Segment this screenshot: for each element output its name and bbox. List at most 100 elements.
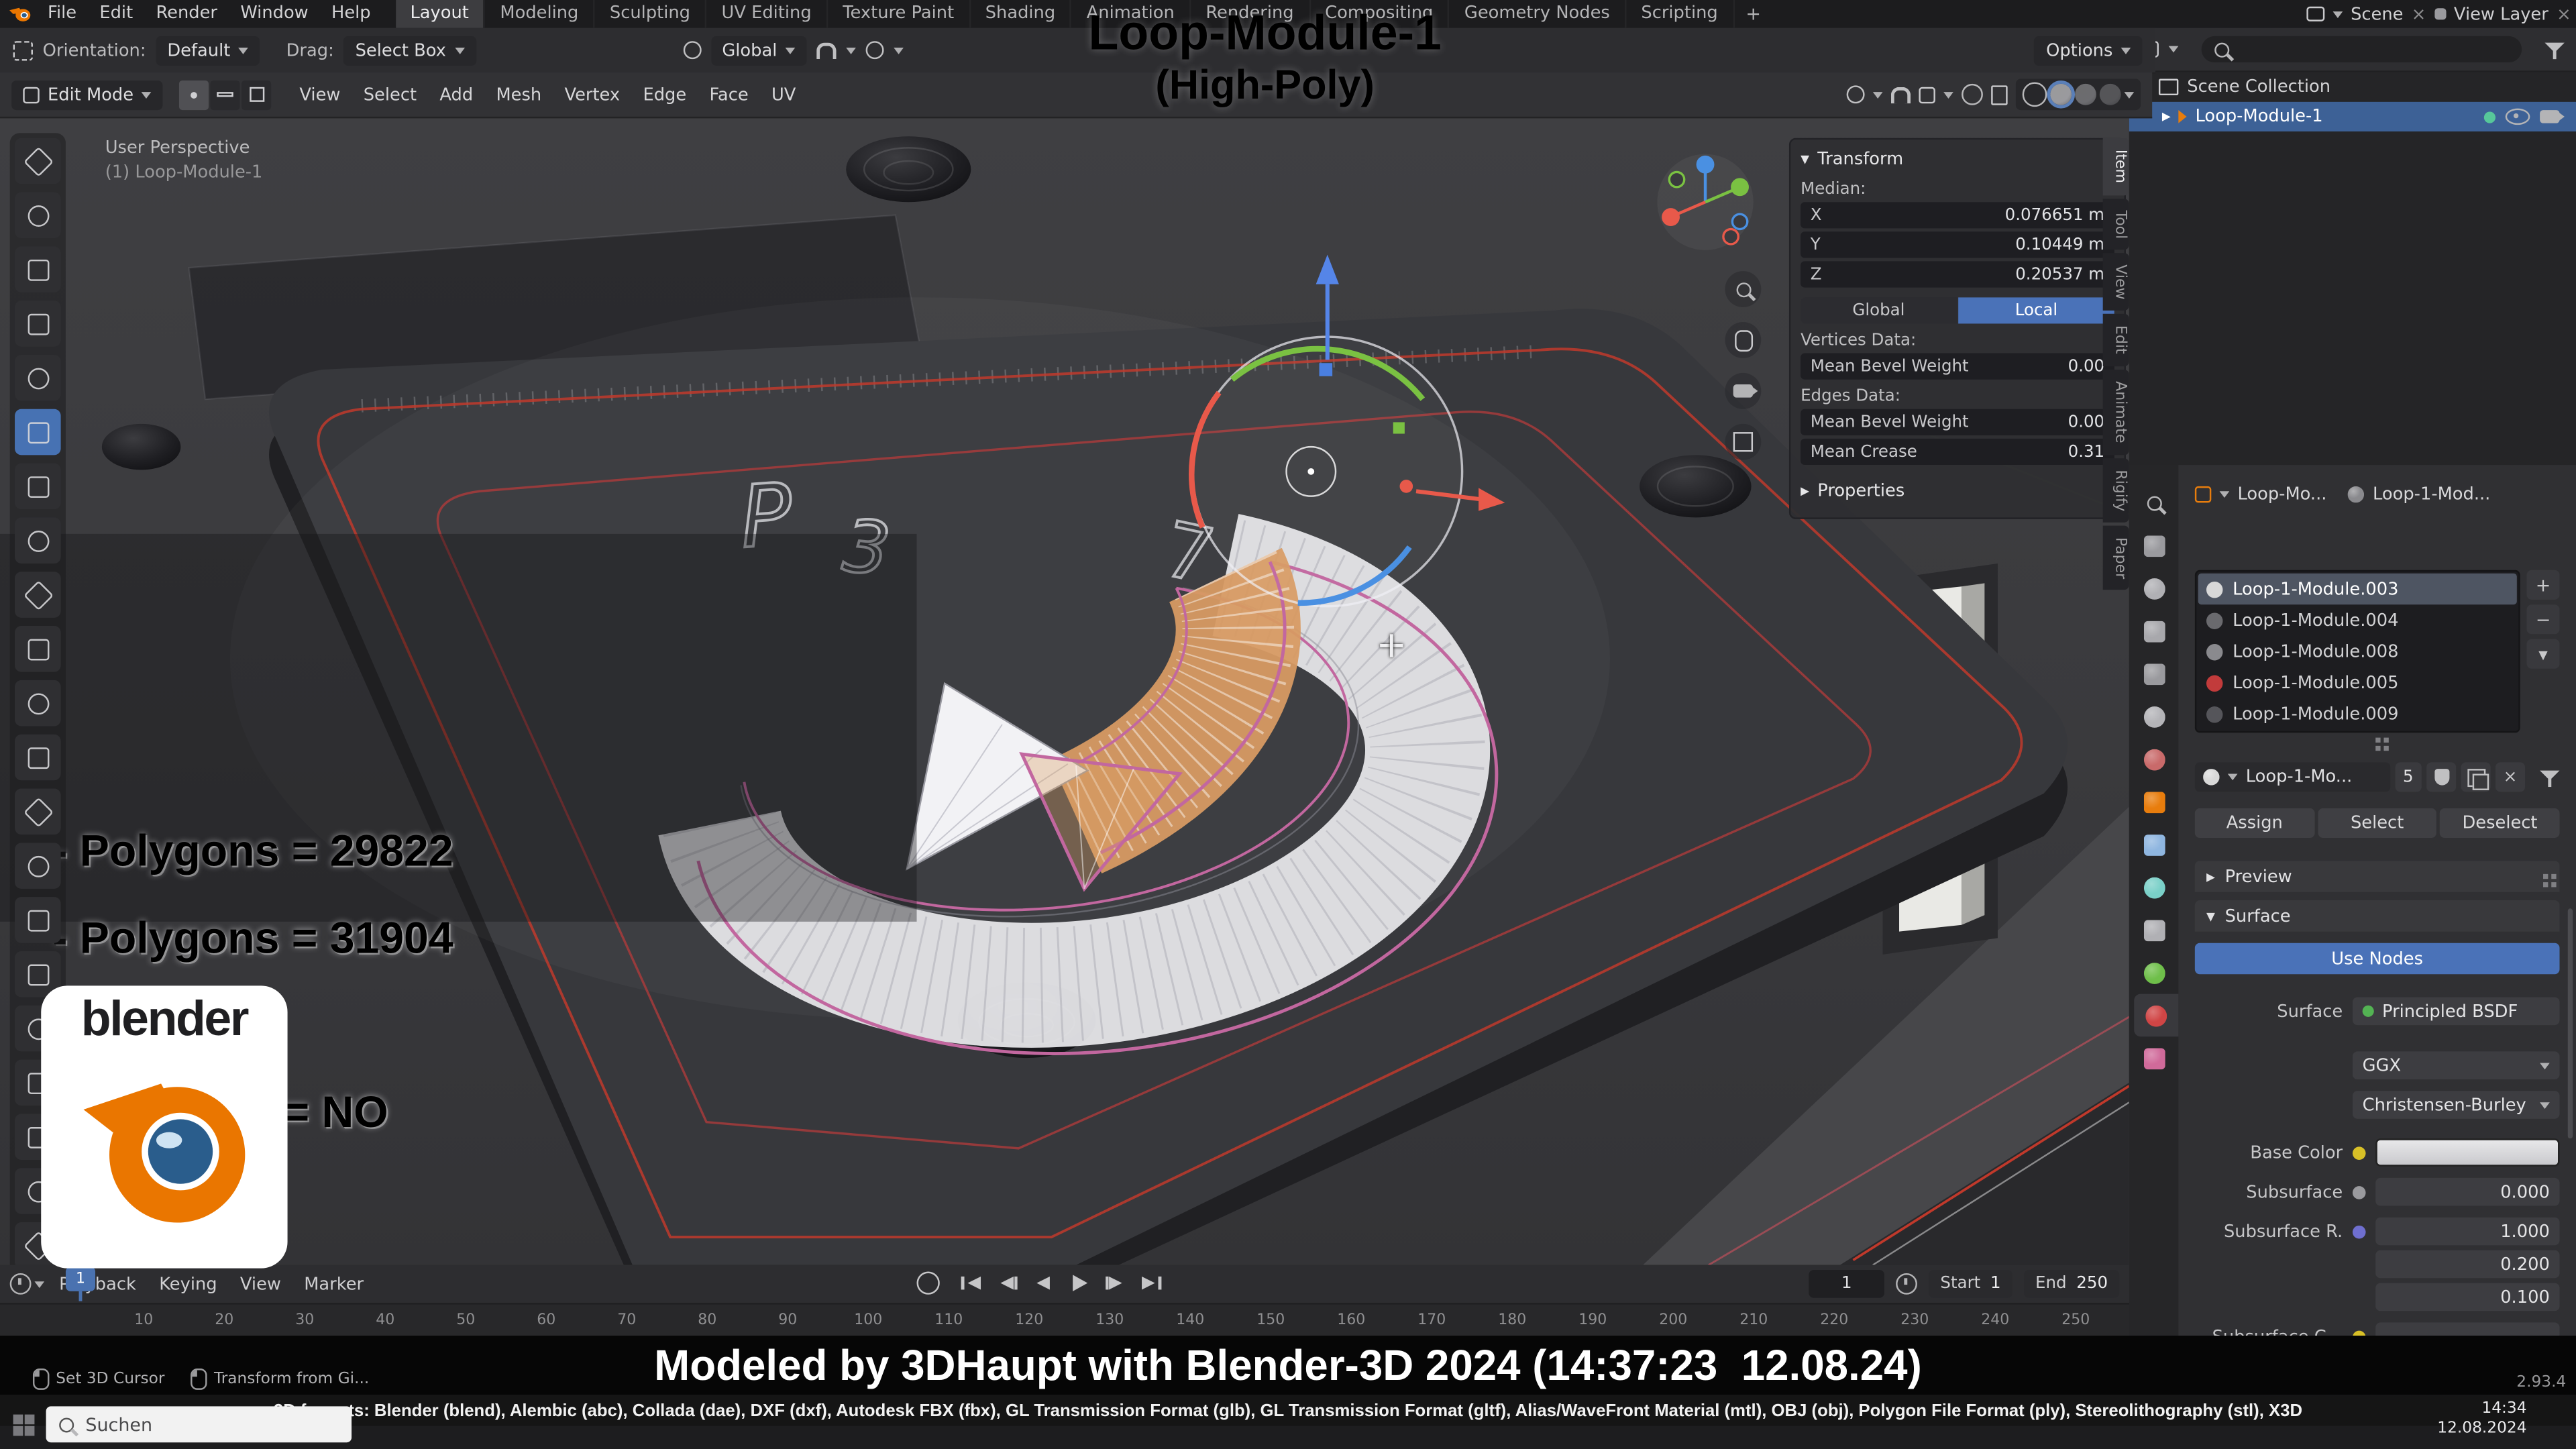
- view-menu[interactable]: View: [288, 85, 352, 104]
- triangle-right-icon[interactable]: ▸: [2162, 107, 2171, 126]
- output-tab[interactable]: [2129, 610, 2178, 653]
- zoom-icon[interactable]: [1725, 271, 1762, 307]
- face-select-button[interactable]: [241, 79, 272, 109]
- edge-bevel-weight-field[interactable]: Mean Bevel Weight 0.00: [1801, 409, 2114, 435]
- search-tab[interactable]: [2129, 482, 2178, 525]
- play-reverse-button[interactable]: [1027, 1270, 1059, 1296]
- scene-browse-icon[interactable]: [2306, 6, 2324, 21]
- jump-to-start-button[interactable]: [955, 1270, 986, 1296]
- distribution-dropdown[interactable]: GGX: [2352, 1051, 2560, 1079]
- tool-tab[interactable]: [2129, 524, 2178, 567]
- modifiers-tab[interactable]: [2129, 823, 2178, 866]
- vertex-menu[interactable]: Vertex: [553, 85, 631, 104]
- snap-magnet-icon[interactable]: [1890, 86, 1911, 103]
- gizmo-y-dot[interactable]: [1731, 178, 1749, 197]
- view-layer-tab[interactable]: [2129, 652, 2178, 695]
- add-slot-button[interactable]: +: [2526, 570, 2560, 600]
- current-frame-field[interactable]: 1: [1809, 1270, 1885, 1298]
- gizmo-neg-y-dot[interactable]: [1668, 170, 1686, 189]
- show-gizmo-icon[interactable]: [1919, 86, 1935, 103]
- rotate-tool[interactable]: [15, 301, 61, 347]
- auto-keying-icon[interactable]: [916, 1271, 940, 1295]
- disable-render-icon[interactable]: [2540, 110, 2565, 123]
- vertex-bevel-weight-field[interactable]: Mean Bevel Weight 0.00: [1801, 353, 2114, 380]
- scene-name[interactable]: Scene: [2351, 4, 2403, 23]
- scrollbar[interactable]: [2567, 908, 2573, 1139]
- user-count-button[interactable]: 5: [2394, 762, 2422, 792]
- material-slot[interactable]: Loop-1-Module.009: [2198, 698, 2517, 730]
- world-tab[interactable]: [2129, 738, 2178, 781]
- scene-collection-row[interactable]: ▾ Scene Collection: [2129, 72, 2576, 102]
- material-slot[interactable]: Loop-1-Module.008: [2198, 636, 2517, 667]
- tool-tab[interactable]: Tool: [2102, 198, 2129, 250]
- base-color-swatch[interactable]: [2375, 1138, 2560, 1167]
- material-slot[interactable]: Loop-1-Module.004: [2198, 604, 2517, 636]
- edit-tab[interactable]: Edit: [2102, 314, 2129, 366]
- add-menu[interactable]: Add: [428, 85, 484, 104]
- window-menu[interactable]: Window: [229, 0, 320, 28]
- use-nodes-button[interactable]: Use Nodes: [2194, 943, 2560, 975]
- subsurface-radius-field[interactable]: 0.100: [2375, 1283, 2560, 1311]
- timeline-editor-icon[interactable]: [9, 1273, 32, 1295]
- poly-build-tool[interactable]: [15, 897, 61, 943]
- taskbar-search-input[interactable]: Suchen: [46, 1406, 352, 1443]
- inset-faces-tool[interactable]: [15, 680, 61, 727]
- select-menu[interactable]: Select: [352, 85, 429, 104]
- gizmo-z-dot[interactable]: [1696, 155, 1715, 174]
- transform-panel-header[interactable]: ▾ Transform: [1801, 146, 2114, 172]
- previous-keyframe-button[interactable]: [991, 1270, 1022, 1296]
- editor-type-chevron-icon[interactable]: [34, 1280, 45, 1287]
- object-tab[interactable]: [2129, 780, 2178, 823]
- rigify-tab[interactable]: Rigify: [2102, 458, 2129, 523]
- gizmo-handle-x[interactable]: [1399, 480, 1413, 493]
- marker-menu[interactable]: Marker: [292, 1274, 375, 1293]
- median-axis-field[interactable]: Z 0.20537 m: [1801, 261, 2114, 288]
- subsurface-radius-field[interactable]: 0.200: [2375, 1250, 2560, 1279]
- add-cube-tool[interactable]: [15, 572, 61, 618]
- bevel-tool[interactable]: [15, 734, 61, 781]
- surface-shader-dropdown[interactable]: Principled BSDF: [2352, 997, 2560, 1026]
- gizmo-neg-x-dot[interactable]: [1722, 227, 1739, 246]
- pan-hand-icon[interactable]: [1725, 321, 1762, 358]
- gizmo-handle-z[interactable]: [1319, 363, 1333, 376]
- options-dropdown[interactable]: Options: [2035, 35, 2143, 65]
- shading-wireframe-icon[interactable]: [2022, 82, 2047, 107]
- loop-cut-tool[interactable]: [15, 788, 61, 835]
- physics-tab[interactable]: [2129, 866, 2178, 909]
- shading-chevron-icon[interactable]: [2124, 91, 2135, 98]
- select-box-tool[interactable]: [15, 138, 61, 184]
- editor-type-chevron-icon[interactable]: [2168, 46, 2179, 53]
- navigation-gizmo[interactable]: [1653, 150, 1758, 255]
- outliner-search-input[interactable]: [2201, 36, 2522, 63]
- constraints-tab[interactable]: [2129, 908, 2178, 951]
- view-menu[interactable]: View: [229, 1274, 292, 1293]
- subsurface-radius-field[interactable]: 1.000: [2375, 1217, 2560, 1246]
- filter-icon[interactable]: [2544, 40, 2565, 58]
- mean-crease-field[interactable]: Mean Crease 0.31: [1801, 438, 2114, 466]
- global-button[interactable]: Global: [1801, 297, 1957, 324]
- drag-dropdown[interactable]: Select Box: [343, 35, 476, 65]
- edge-menu[interactable]: Edge: [631, 85, 698, 104]
- measure-tool[interactable]: [15, 517, 61, 564]
- scene-chevron-icon[interactable]: [2332, 10, 2343, 17]
- file-menu[interactable]: File: [36, 0, 88, 28]
- item-tab[interactable]: Item: [2102, 138, 2129, 195]
- deselect-button[interactable]: Deselect: [2440, 808, 2560, 838]
- toggle-xray-icon[interactable]: [1991, 85, 2008, 105]
- remove-slot-button[interactable]: −: [2526, 604, 2560, 635]
- gizmo-x-dot[interactable]: [1662, 208, 1680, 227]
- mode-dropdown[interactable]: Edit Mode: [11, 79, 164, 109]
- scene-unlink-icon[interactable]: ×: [2412, 4, 2426, 23]
- paper-tab[interactable]: Paper: [2102, 525, 2129, 590]
- help-menu[interactable]: Help: [320, 0, 382, 28]
- material-slot[interactable]: Loop-1-Module.005: [2198, 667, 2517, 698]
- 3d-viewport[interactable]: P 3 7 User Perspective (1) Loop-Module-1…: [0, 116, 2129, 1265]
- pivot-chevron-icon[interactable]: [1872, 91, 1883, 98]
- render-tab[interactable]: [2129, 567, 2178, 610]
- median-axis-field[interactable]: X 0.076651 m: [1801, 202, 2114, 229]
- pivot-point-icon[interactable]: [1846, 85, 1865, 104]
- view-layer-remove-icon[interactable]: ×: [2557, 4, 2571, 23]
- next-keyframe-button[interactable]: [1099, 1270, 1130, 1296]
- select-button[interactable]: Select: [2317, 808, 2437, 838]
- timeline-ruler[interactable]: 10 20 30 40 50 60 70 80 90 100 110 120 130 140 150 160 1…: [0, 1304, 2129, 1338]
